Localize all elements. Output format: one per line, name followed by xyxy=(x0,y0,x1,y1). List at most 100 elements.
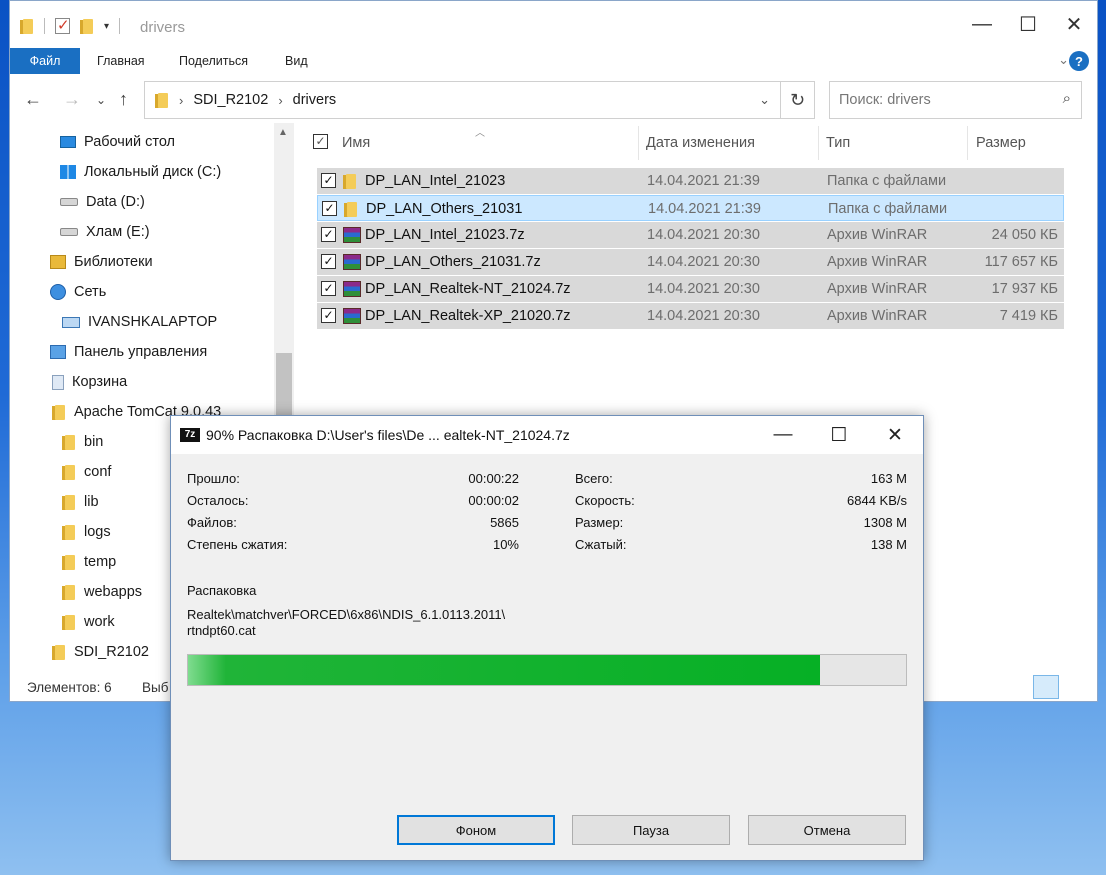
column-name[interactable]: Имя xyxy=(342,135,370,151)
folder-icon[interactable] xyxy=(20,18,34,34)
chevron-right-icon[interactable]: › xyxy=(278,93,282,108)
file-row[interactable]: ✓ DP_LAN_Intel_21023.7z 14.04.2021 20:30… xyxy=(317,222,1064,248)
nav-item-recycle-bin[interactable]: Корзина xyxy=(52,367,127,397)
nav-item-desktop[interactable]: Рабочий стол xyxy=(60,127,175,157)
properties-icon[interactable] xyxy=(55,16,70,34)
nav-item-local-disk-c[interactable]: Локальный диск (C:) xyxy=(60,157,221,187)
progress-bar xyxy=(187,654,907,686)
file-name: DP_LAN_Others_21031.7z xyxy=(365,254,541,270)
progress-bar-fill xyxy=(188,655,820,685)
file-row[interactable]: ✓ DP_LAN_Realtek-NT_21024.7z 14.04.2021 … xyxy=(317,276,1064,302)
row-checkbox[interactable]: ✓ xyxy=(321,281,336,296)
file-type: Папка с файлами xyxy=(827,173,947,189)
address-dropdown-icon[interactable]: ⌄ xyxy=(759,92,770,108)
tab-file[interactable]: Файл xyxy=(10,48,80,74)
nav-item-computer[interactable]: IVANSHKALAPTOP xyxy=(62,307,217,337)
nav-item-bin[interactable]: bin xyxy=(62,427,103,457)
row-checkbox[interactable]: ✓ xyxy=(321,308,336,323)
files-label: Файлов: xyxy=(187,515,237,530)
file-row[interactable]: ✓ DP_LAN_Realtek-XP_21020.7z 14.04.2021 … xyxy=(317,303,1064,329)
column-divider[interactable] xyxy=(638,126,639,160)
folder-icon xyxy=(52,644,66,660)
folder-icon xyxy=(62,554,76,570)
search-input[interactable]: Поиск: drivers ⌕ xyxy=(829,81,1082,119)
7zip-logo-icon: 7z xyxy=(180,428,200,442)
library-icon xyxy=(50,255,66,269)
nav-item-temp[interactable]: temp xyxy=(62,547,116,577)
breadcrumb-drivers[interactable]: drivers xyxy=(293,92,337,108)
search-icon[interactable]: ⌕ xyxy=(1063,90,1071,107)
column-divider[interactable] xyxy=(967,126,968,160)
row-checkbox[interactable]: ✓ xyxy=(321,227,336,242)
tab-home[interactable]: Главная xyxy=(97,54,145,68)
chevron-right-icon[interactable]: › xyxy=(179,93,183,108)
background-button[interactable]: Фоном xyxy=(397,815,555,845)
nav-item-sdi[interactable]: SDI_R2102 xyxy=(52,637,149,667)
file-size: 17 937 КБ xyxy=(991,281,1058,297)
close-button[interactable]: ✕ xyxy=(1051,1,1097,48)
pause-button[interactable]: Пауза xyxy=(572,815,730,845)
maximize-button[interactable]: ☐ xyxy=(811,416,867,454)
row-checkbox[interactable]: ✓ xyxy=(321,254,336,269)
folder-icon xyxy=(155,92,169,108)
nav-item-libraries[interactable]: Библиотеки xyxy=(50,247,153,277)
column-type[interactable]: Тип xyxy=(826,135,850,151)
help-icon[interactable]: ? xyxy=(1069,51,1089,71)
scroll-up-icon[interactable]: ▲ xyxy=(278,127,288,138)
network-icon xyxy=(50,284,66,300)
recycle-bin-icon xyxy=(52,374,64,390)
row-checkbox[interactable]: ✓ xyxy=(321,173,336,188)
file-date: 14.04.2021 20:30 xyxy=(647,308,760,324)
nav-item-logs[interactable]: logs xyxy=(62,517,111,547)
nav-item-webapps[interactable]: webapps xyxy=(62,577,142,607)
ratio-label: Степень сжатия: xyxy=(187,537,288,552)
close-button[interactable]: ✕ xyxy=(867,416,923,454)
nav-item-control-panel[interactable]: Панель управления xyxy=(50,337,207,367)
folder-icon xyxy=(62,584,76,600)
tab-share[interactable]: Поделиться xyxy=(179,54,248,68)
dialog-titlebar: 7z 90% Распаковка D:\User's files\De ...… xyxy=(171,416,923,454)
column-divider[interactable] xyxy=(818,126,819,160)
large-icons-view-icon[interactable] xyxy=(1062,675,1088,699)
control-panel-icon xyxy=(50,345,66,359)
desktop-icon xyxy=(60,136,76,148)
column-size[interactable]: Размер xyxy=(976,135,1026,151)
file-row[interactable]: ✓ DP_LAN_Intel_21023 14.04.2021 21:39 Па… xyxy=(317,168,1064,194)
file-name: DP_LAN_Realtek-XP_21020.7z xyxy=(365,308,571,324)
details-view-icon[interactable] xyxy=(1033,675,1059,699)
cancel-button[interactable]: Отмена xyxy=(748,815,906,845)
file-size: 7 419 КБ xyxy=(999,308,1058,324)
size-value: 1308 M xyxy=(863,515,907,530)
search-placeholder: Поиск: drivers xyxy=(839,92,931,108)
recent-locations-chevron-icon[interactable]: ⌄ xyxy=(96,93,106,107)
nav-item-lib[interactable]: lib xyxy=(62,487,99,517)
nav-item-data-d[interactable]: Data (D:) xyxy=(60,187,145,217)
select-all-checkbox[interactable]: ✓ xyxy=(313,134,328,149)
nav-item-hlam-e[interactable]: Хлам (E:) xyxy=(60,217,150,247)
new-folder-icon[interactable] xyxy=(80,18,94,34)
file-name: DP_LAN_Intel_21023.7z xyxy=(365,227,525,243)
ribbon-expand-icon[interactable]: ⌄ xyxy=(1058,52,1069,68)
column-date[interactable]: Дата изменения xyxy=(646,135,755,151)
tab-view[interactable]: Вид xyxy=(285,54,308,68)
nav-item-conf[interactable]: conf xyxy=(62,457,111,487)
forward-arrow-icon[interactable]: → xyxy=(63,89,81,110)
file-row[interactable]: ✓ DP_LAN_Others_21031.7z 14.04.2021 20:3… xyxy=(317,249,1064,275)
maximize-button[interactable]: ☐ xyxy=(1005,1,1051,48)
minimize-button[interactable]: — xyxy=(755,416,811,454)
extract-progress-dialog: 7z 90% Распаковка D:\User's files\De ...… xyxy=(170,415,924,861)
breadcrumb-sdi[interactable]: SDI_R2102 xyxy=(193,92,268,108)
customize-chevron-icon[interactable]: ▾ xyxy=(104,21,109,32)
file-date: 14.04.2021 21:39 xyxy=(647,173,760,189)
up-arrow-icon[interactable]: ↑ xyxy=(119,89,128,110)
selected-count: Выб xyxy=(142,680,169,695)
dialog-title: 90% Распаковка D:\User's files\De ... ea… xyxy=(206,427,570,443)
back-arrow-icon[interactable]: ← xyxy=(24,89,42,110)
nav-item-work[interactable]: work xyxy=(62,607,115,637)
file-row[interactable]: ✓ DP_LAN_Others_21031 14.04.2021 21:39 П… xyxy=(317,195,1064,221)
row-checkbox[interactable]: ✓ xyxy=(322,201,337,216)
refresh-icon[interactable]: ↻ xyxy=(780,82,814,118)
address-bar[interactable]: › SDI_R2102 › drivers ⌄ ↻ xyxy=(144,81,815,119)
nav-item-network[interactable]: Сеть xyxy=(50,277,106,307)
minimize-button[interactable]: — xyxy=(959,1,1005,48)
